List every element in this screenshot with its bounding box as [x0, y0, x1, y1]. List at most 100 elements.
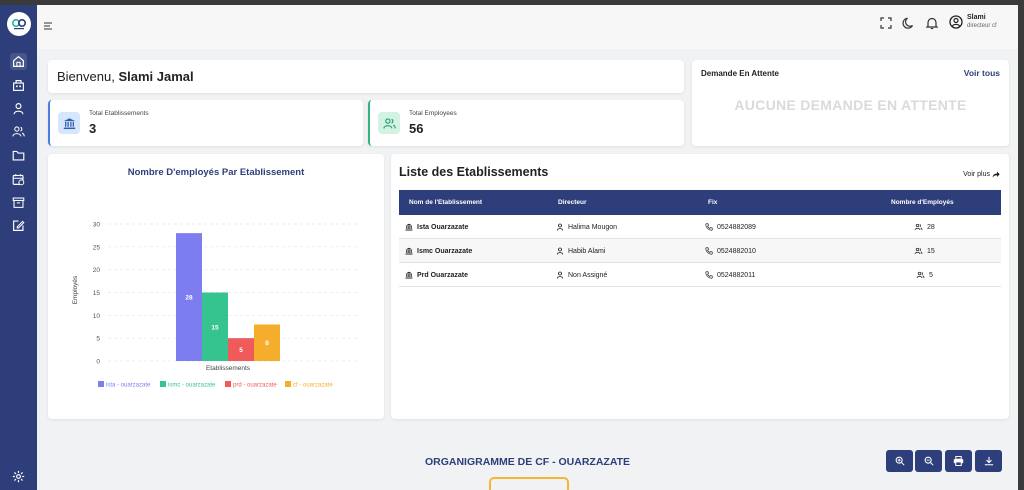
column-header-fix: Fix	[708, 199, 718, 206]
bar-data-label: 15	[211, 324, 219, 331]
top-header: Slami directeur cf	[37, 5, 1018, 49]
phone-icon	[705, 271, 713, 279]
calendar-clock-icon	[12, 174, 25, 186]
user-menu-button[interactable]	[949, 15, 963, 29]
bar-data-label: 5	[239, 347, 243, 354]
user-circle-icon	[949, 15, 963, 29]
y-tick-label: 30	[93, 222, 101, 229]
list-title: Liste des Etablissements	[399, 165, 549, 179]
organigramme-root-node[interactable]	[489, 477, 569, 490]
legend-item[interactable]: prd - ouarzazate	[225, 381, 277, 389]
y-tick-label: 10	[93, 313, 101, 320]
sidebar	[0, 5, 37, 490]
sidebar-item-calendar[interactable]	[10, 171, 27, 188]
legend-label: ismc - ouarzazate	[168, 383, 216, 389]
column-header-count: Nombre d'Employés	[891, 199, 954, 206]
legend-swatch	[98, 381, 104, 387]
legend-item[interactable]: ista - ouarzazate	[98, 381, 151, 389]
stat-value: 3	[89, 121, 97, 136]
bank-icon	[63, 117, 75, 129]
welcome-user-name: Slami Jamal	[118, 69, 194, 84]
cell-director: Non Assigné	[556, 271, 607, 279]
etablissements-list-card: Liste des Etablissements Voir plus Nom d…	[391, 154, 1009, 419]
etablissement-name: Ista Ouarzazate	[417, 223, 469, 231]
y-tick-label: 25	[93, 244, 101, 251]
director-name: Habib Alami	[568, 247, 606, 255]
table-row[interactable]: Ista Ouarzazate Halima Mougon 0524882089…	[399, 215, 1001, 239]
users-icon	[382, 117, 396, 129]
users-icon	[914, 247, 923, 255]
pending-empty-message: AUCUNE DEMANDE EN ATTENTE	[734, 97, 967, 113]
user-icon	[556, 247, 564, 255]
download-button[interactable]	[975, 450, 1002, 472]
chart-y-label: Employés	[72, 275, 79, 304]
chart-title: Nombre D'employés Par Etablissement	[128, 167, 305, 178]
y-tick-label: 15	[93, 290, 101, 297]
sidebar-item-archive[interactable]	[10, 194, 27, 211]
director-name: Non Assigné	[568, 271, 608, 279]
stat-card-etablissements: Total Etablissements 3	[48, 100, 363, 146]
employee-count: 5	[929, 271, 933, 279]
home-icon	[13, 55, 24, 67]
hamburger-icon	[44, 22, 52, 30]
stat-label: Total Etablissements	[89, 110, 149, 117]
organigramme-title: ORGANIGRAMME DE CF - OUARZAZATE	[424, 456, 631, 468]
dark-mode-toggle[interactable]	[902, 16, 916, 30]
app-logo[interactable]	[7, 12, 31, 36]
legend-item[interactable]: cf - ouarzazate	[285, 381, 333, 389]
etablissement-name: Prd Ouarzazate	[417, 271, 468, 279]
phone-icon	[705, 247, 713, 255]
share-arrow-icon	[992, 171, 1000, 178]
bank-icon	[405, 271, 413, 279]
y-tick-label: 5	[96, 336, 100, 343]
stat-icon-wrapper	[58, 112, 80, 134]
legend-item[interactable]: ismc - ouarzazate	[160, 381, 216, 389]
employee-count: 15	[927, 247, 935, 255]
stat-value: 56	[409, 121, 424, 136]
download-icon	[984, 456, 993, 466]
cell-name: Ista Ouarzazate	[405, 223, 468, 231]
sidebar-item-requests[interactable]	[10, 217, 27, 234]
voir-plus-label: Voir plus	[963, 171, 990, 178]
column-header-director: Directeur	[558, 199, 587, 206]
cell-name: Prd Ouarzazate	[405, 271, 468, 279]
notifications-button[interactable]	[925, 16, 939, 30]
user-name[interactable]: Slami	[967, 14, 986, 21]
folder-icon	[12, 150, 25, 161]
user-icon	[556, 271, 564, 279]
table-row[interactable]: Ismc Ouarzazate Habib Alami 0524882010 1…	[399, 239, 1001, 263]
cell-count: 28	[914, 223, 935, 231]
zoom-out-button[interactable]	[915, 450, 942, 472]
sidebar-item-documents[interactable]	[10, 147, 27, 164]
sidebar-item-settings[interactable]	[10, 468, 27, 485]
stat-icon-wrapper	[378, 112, 400, 134]
sidebar-item-home[interactable]	[10, 53, 27, 70]
table-row[interactable]: Prd Ouarzazate Non Assigné 0524882011 5	[399, 263, 1001, 287]
sidebar-item-employees[interactable]	[10, 123, 27, 140]
legend-swatch	[225, 381, 231, 387]
cell-director: Habib Alami	[556, 247, 605, 255]
legend-swatch	[160, 381, 166, 387]
chart-legend: ista - ouarzazate ismc - ouarzazate prd - …	[98, 381, 333, 389]
print-button[interactable]	[945, 450, 972, 472]
logo-icon	[11, 19, 27, 30]
archive-icon	[12, 197, 25, 208]
sidebar-item-etablissements[interactable]	[10, 77, 27, 94]
etablissements-table: Nom de l'Etablissement Directeur Fix Nom…	[399, 190, 1001, 287]
voir-plus-link[interactable]: Voir plus	[963, 171, 1000, 178]
pending-requests-card: Demande En Attente Voir tous AUCUNE DEMA…	[692, 60, 1009, 146]
stat-label: Total Employees	[409, 110, 457, 117]
fullscreen-button[interactable]	[879, 16, 893, 30]
legend-label: ista - ouarzazate	[106, 383, 151, 389]
sidebar-item-profile[interactable]	[10, 100, 27, 117]
gear-icon	[12, 470, 25, 483]
users-icon	[914, 223, 923, 231]
cell-count: 15	[914, 247, 935, 255]
cell-director: Halima Mougon	[556, 223, 617, 231]
bar-chart: Nombre D'employés Par Etablissement 0 5 10…	[72, 167, 358, 389]
cell-name: Ismc Ouarzazate	[405, 247, 472, 255]
view-all-link[interactable]: Voir tous	[964, 68, 1000, 78]
employee-count: 28	[927, 223, 935, 231]
zoom-in-button[interactable]	[886, 450, 913, 472]
menu-toggle-button[interactable]	[43, 18, 53, 30]
